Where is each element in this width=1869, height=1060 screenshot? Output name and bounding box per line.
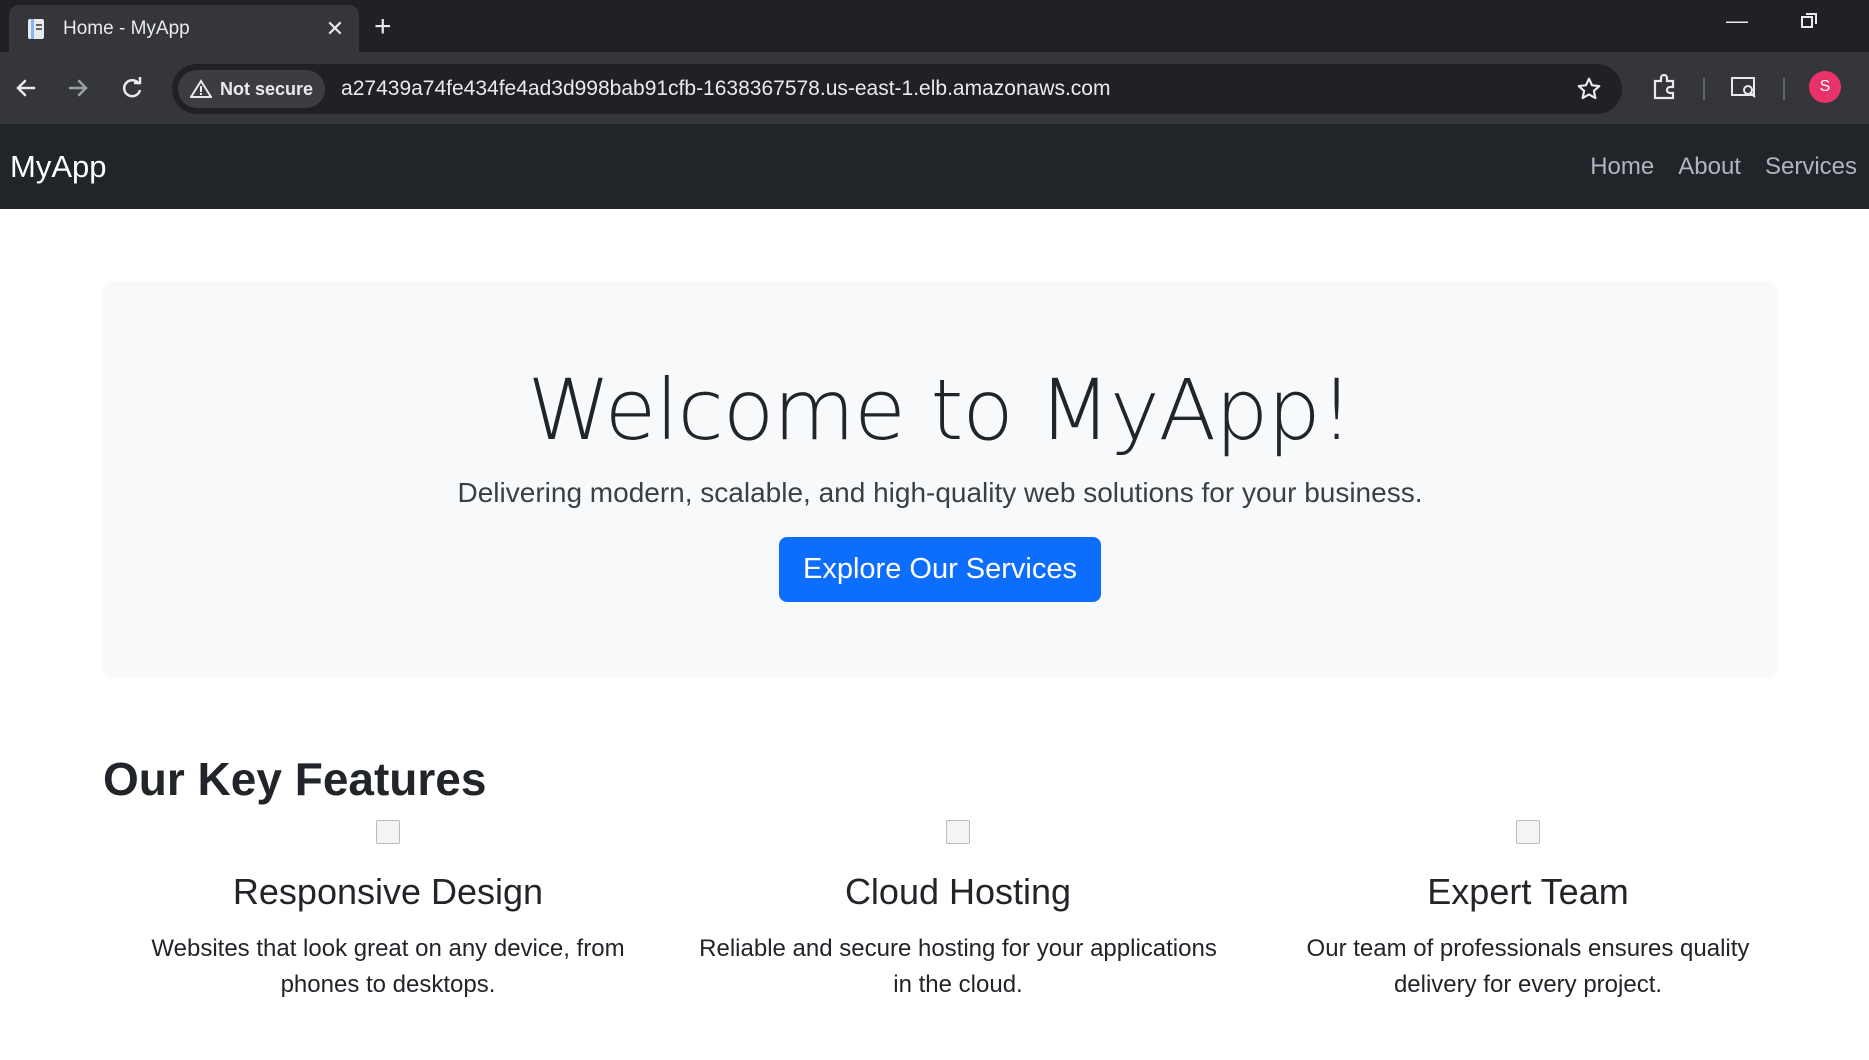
restore-icon[interactable] — [1800, 10, 1818, 36]
feature-card: Cloud Hosting Reliable and secure hostin… — [673, 818, 1243, 1003]
hero-subtitle: Delivering modern, scalable, and high-qu… — [457, 477, 1423, 508]
feature-description: Reliable and secure hosting for your app… — [699, 935, 1217, 998]
feature-title: Responsive Design — [232, 871, 544, 912]
new-tab-icon[interactable]: + — [374, 10, 392, 44]
toolbar-divider — [1703, 78, 1705, 100]
back-icon[interactable] — [10, 72, 42, 104]
broken-image-icon — [376, 820, 400, 844]
browser-tabstrip: Home - MyApp ✕ + — — [0, 0, 1869, 52]
minimize-icon[interactable]: — — [1726, 8, 1748, 34]
explore-services-button[interactable]: Explore Our Services — [779, 537, 1101, 602]
extensions-icon[interactable] — [1650, 72, 1680, 107]
feature-card: Expert Team Our team of professionals en… — [1243, 818, 1813, 1003]
bookmark-star-icon[interactable] — [1576, 76, 1602, 107]
url-text[interactable]: a27439a74fe434fe4ad3d998bab91cfb-1638367… — [341, 77, 1110, 101]
nav-link-services[interactable]: Services — [1765, 153, 1857, 181]
broken-image-icon — [946, 820, 970, 844]
hero-title: Welcome to MyApp! — [527, 361, 1354, 459]
page-favicon-icon — [25, 17, 49, 41]
broken-image-icon — [1516, 820, 1540, 844]
hero-section: Welcome to MyApp! Delivering modern, sca… — [103, 281, 1777, 678]
feature-title: Cloud Hosting — [844, 871, 1072, 912]
forward-icon[interactable] — [62, 72, 94, 104]
feature-card: Responsive Design Websites that look gre… — [103, 818, 673, 1003]
feature-title: Expert Team — [1427, 871, 1629, 912]
site-brand[interactable]: MyApp — [10, 149, 106, 185]
warning-icon — [190, 79, 212, 98]
features-grid: Responsive Design Websites that look gre… — [103, 818, 1813, 1003]
security-label: Not secure — [220, 78, 314, 99]
site-navbar: MyApp Home About Services — [0, 124, 1869, 209]
security-chip[interactable]: Not secure — [178, 70, 326, 108]
feature-description: Our team of professionals ensures qualit… — [1306, 935, 1750, 998]
address-bar[interactable]: Not secure a27439a74fe434fe4ad3d998bab91… — [172, 64, 1622, 114]
browser-toolbar: Not secure a27439a74fe434fe4ad3d998bab91… — [0, 52, 1869, 124]
tab-search-icon[interactable] — [1729, 72, 1759, 107]
features-heading: Our Key Features — [103, 753, 487, 805]
feature-description: Websites that look great on any device, … — [151, 935, 625, 998]
reload-icon[interactable] — [116, 72, 148, 104]
profile-avatar[interactable]: S — [1809, 71, 1841, 103]
nav-link-home[interactable]: Home — [1590, 153, 1654, 181]
nav-links: Home About Services — [1590, 153, 1857, 181]
nav-link-about[interactable]: About — [1678, 153, 1741, 181]
browser-tab[interactable]: Home - MyApp ✕ — [9, 5, 359, 52]
tab-title: Home - MyApp — [63, 17, 190, 39]
close-tab-icon[interactable]: ✕ — [323, 16, 347, 42]
toolbar-divider — [1783, 78, 1785, 100]
